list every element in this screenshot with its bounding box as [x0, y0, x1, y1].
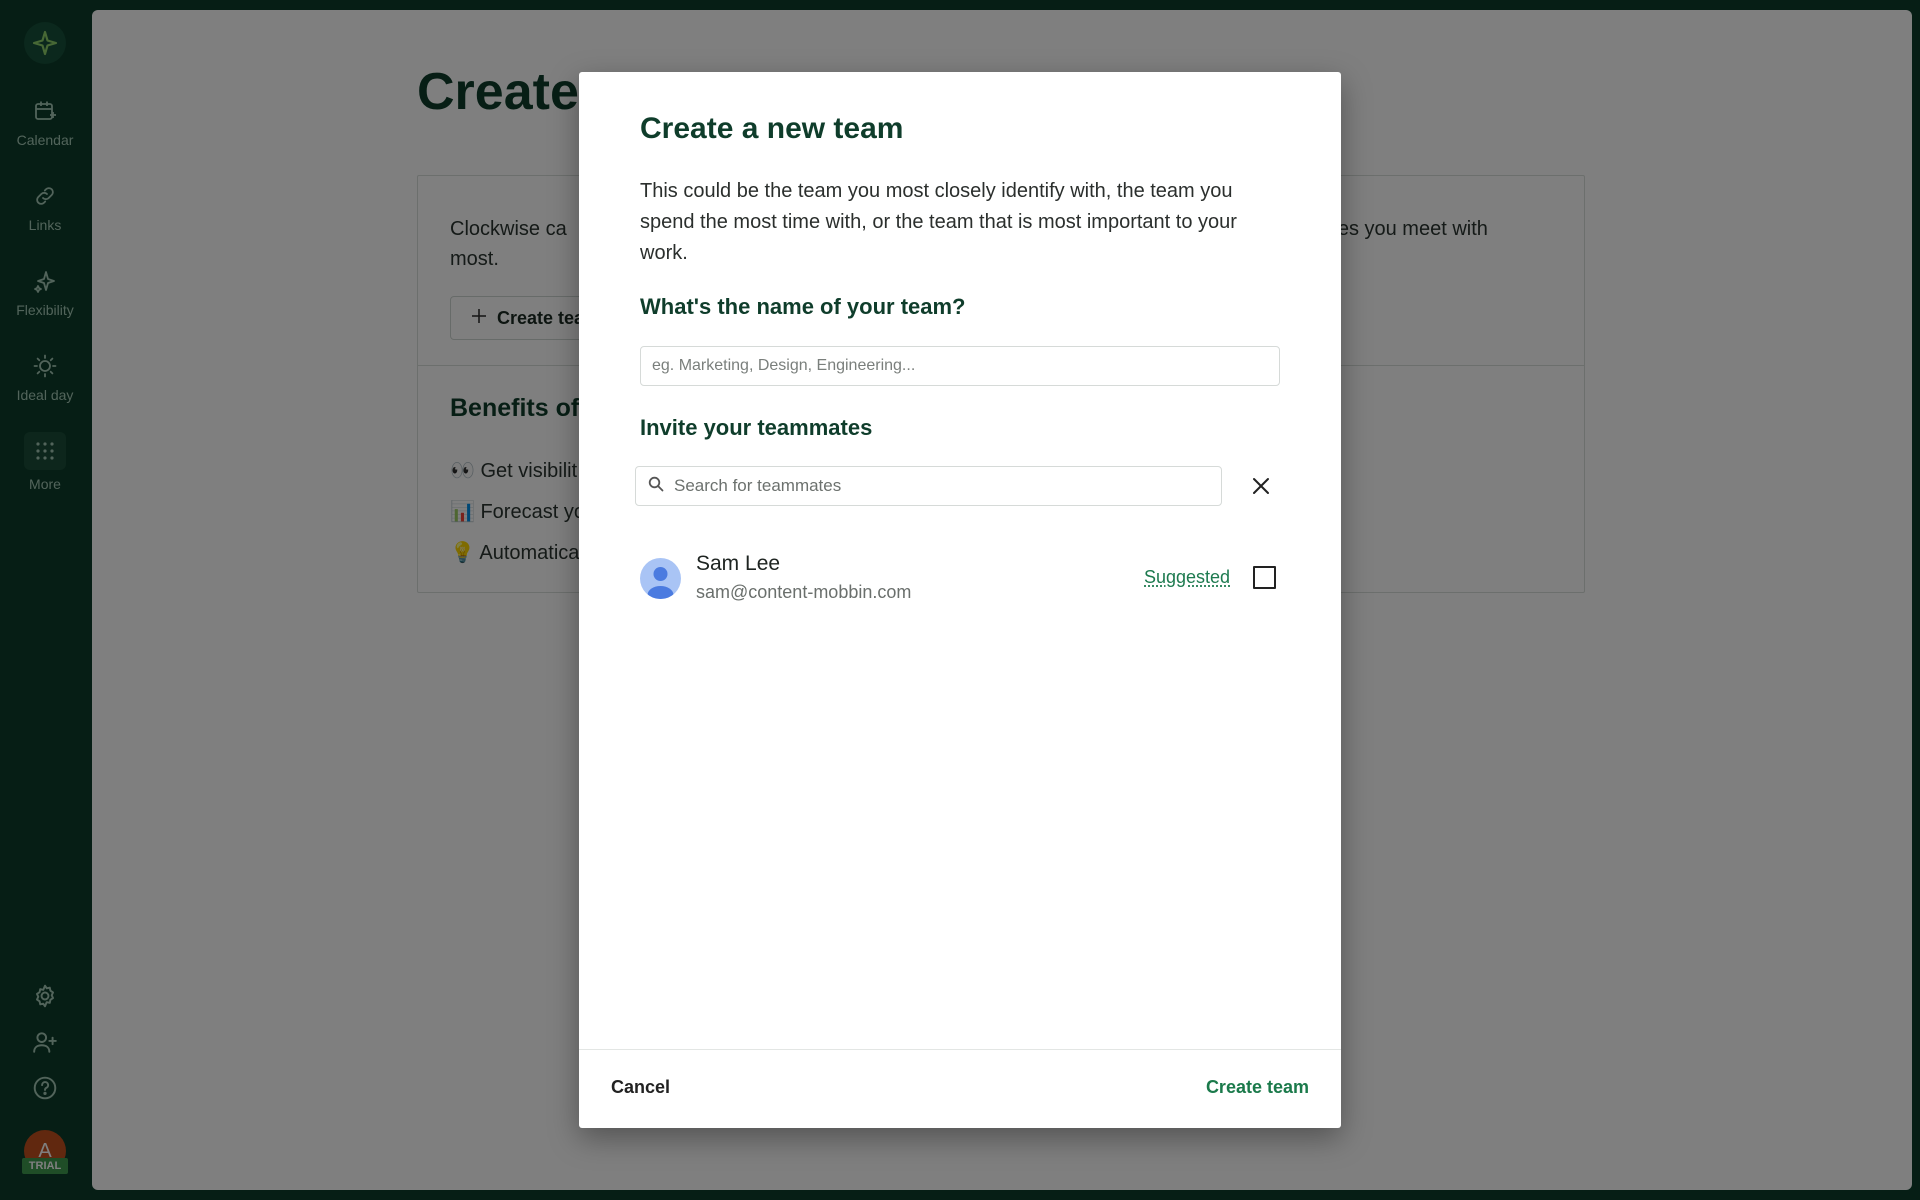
teammate-row: Sam Lee sam@content-mobbin.com Suggested — [640, 548, 1280, 608]
teammate-avatar — [640, 558, 681, 599]
teammate-search-box[interactable] — [635, 466, 1222, 506]
team-name-label: What's the name of your team? — [640, 294, 966, 319]
teammate-name: Sam Lee — [696, 552, 781, 575]
suggested-tag[interactable]: Suggested — [1144, 567, 1230, 588]
create-team-modal: Create a new team This could be the team… — [579, 72, 1341, 1128]
cancel-button[interactable]: Cancel — [611, 1077, 670, 1098]
clear-search-button[interactable] — [1248, 473, 1274, 499]
person-icon — [647, 567, 674, 599]
teammate-email: sam@content-mobbin.com — [696, 582, 912, 602]
invite-teammates-label: Invite your teammates — [640, 415, 873, 440]
teammate-search-input[interactable] — [674, 476, 1214, 496]
team-name-input[interactable] — [640, 346, 1280, 386]
modal-title: Create a new team — [640, 112, 904, 145]
close-icon — [1253, 478, 1269, 494]
search-icon — [648, 476, 664, 497]
modal-description: This could be the team you most closely … — [640, 180, 1237, 264]
teammate-checkbox[interactable] — [1253, 566, 1276, 589]
modal-footer: Cancel Create team — [579, 1049, 1341, 1128]
create-team-button[interactable]: Create team — [1206, 1077, 1309, 1098]
